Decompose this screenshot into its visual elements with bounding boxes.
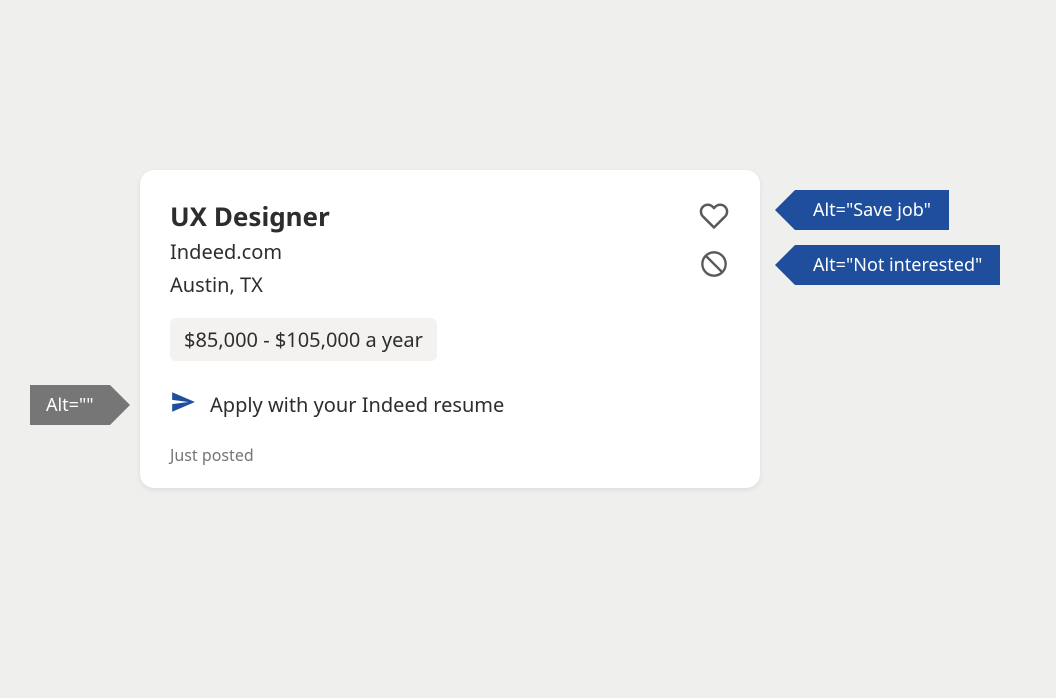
ban-icon: [700, 250, 728, 283]
salary-badge: $85,000 - $105,000 a year: [170, 318, 437, 361]
job-info: UX Designer Indeed.com Austin, TX: [170, 198, 698, 298]
job-location: Austin, TX: [170, 271, 698, 298]
save-job-button[interactable]: [698, 202, 730, 234]
annotation-arrow-icon: [775, 245, 795, 285]
annotation-label: Alt="Not interested": [795, 245, 1000, 285]
apply-row[interactable]: Apply with your Indeed resume: [170, 389, 730, 420]
job-company[interactable]: Indeed.com: [170, 238, 698, 265]
card-action-icons: [698, 198, 730, 282]
send-icon: [170, 389, 196, 420]
annotation-empty-alt: Alt="": [30, 385, 130, 425]
job-title[interactable]: UX Designer: [170, 198, 698, 234]
annotation-label: Alt="": [30, 385, 110, 425]
posted-time: Just posted: [170, 444, 730, 466]
annotation-not-interested: Alt="Not interested": [775, 245, 1000, 285]
heart-icon: [699, 201, 729, 236]
annotation-save-job: Alt="Save job": [775, 190, 949, 230]
job-card: UX Designer Indeed.com Austin, TX: [140, 170, 760, 488]
apply-text: Apply with your Indeed resume: [210, 391, 504, 418]
card-top-row: UX Designer Indeed.com Austin, TX: [170, 198, 730, 298]
annotation-arrow-icon: [110, 385, 130, 425]
annotation-label: Alt="Save job": [795, 190, 949, 230]
annotation-arrow-icon: [775, 190, 795, 230]
not-interested-button[interactable]: [698, 250, 730, 282]
